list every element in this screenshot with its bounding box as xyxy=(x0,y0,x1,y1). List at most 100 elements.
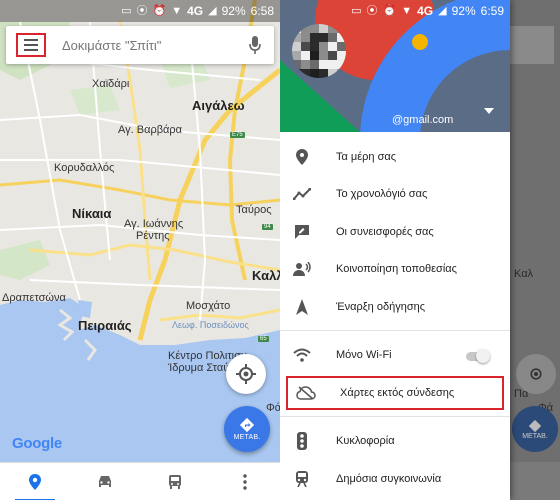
battery-level: 92% xyxy=(451,4,476,18)
directions-label: ΜΕΤΑΒ. xyxy=(233,434,261,441)
map-label: Καλλ xyxy=(252,268,280,283)
account-switcher[interactable] xyxy=(484,108,500,120)
clock: 6:59 xyxy=(480,4,504,18)
menu-item-label: Μόνο Wi-Fi xyxy=(336,349,392,362)
map-label: Καλ xyxy=(514,268,534,280)
mic-icon[interactable] xyxy=(244,34,266,56)
road-shield: 94 xyxy=(262,224,273,230)
directions-button[interactable]: ΜΕΤΑΒ. xyxy=(224,406,270,452)
traffic-icon xyxy=(280,432,324,451)
dimmed-search-bar xyxy=(510,26,554,64)
location-sharing-icon xyxy=(280,262,324,277)
offline-cloud-icon xyxy=(284,385,328,400)
location-icon: ⦿ xyxy=(366,4,378,17)
map-label: Δραπετσώνα xyxy=(2,292,66,304)
wifi-status-icon: ▼ xyxy=(401,4,413,17)
alarm-icon: ⏰ xyxy=(382,4,397,17)
road-shield: E75 xyxy=(230,132,245,138)
tab-explore[interactable] xyxy=(0,463,70,500)
map-screen: ▭ ⦿ ⏰ ▼ 4G ◢ 92% 6:58 Δοκιμάστε "Σπίτι" … xyxy=(0,0,280,500)
directions-icon xyxy=(528,419,542,432)
search-input[interactable]: Δοκιμάστε "Σπίτι" xyxy=(62,38,244,53)
status-bar: ▭ ⦿ ⏰ ▼ 4G ◢ 92% 6:59 xyxy=(280,0,510,22)
dimmed-location-button xyxy=(516,354,556,394)
transit-icon xyxy=(280,470,324,487)
crosshair-icon xyxy=(530,368,542,380)
location-icon: ⦿ xyxy=(136,4,148,17)
map-label: Νίκαια xyxy=(72,206,112,221)
cast-icon: ▭ xyxy=(351,4,362,17)
avatar[interactable] xyxy=(292,24,346,78)
cast-icon: ▭ xyxy=(121,4,132,17)
google-logo-text: Google xyxy=(12,435,62,452)
explore-pin-icon xyxy=(29,473,41,490)
navigation-icon xyxy=(280,298,324,315)
menu-divider xyxy=(280,415,510,417)
menu-item-label: Χάρτες εκτός σύνδεσης xyxy=(340,386,455,399)
chevron-down-icon xyxy=(484,108,494,114)
road-shield: 65 xyxy=(258,336,269,342)
map-label: Αιγάλεω xyxy=(192,98,245,113)
menu-item-location-sharing[interactable]: Κοινοποίηση τοποθεσίας xyxy=(280,251,510,289)
menu-item-label: Κοινοποίηση τοποθεσίας xyxy=(336,263,457,276)
crosshair-icon xyxy=(236,364,256,384)
map-label: Χαϊδάρι xyxy=(92,78,130,90)
menu-item-label: Δημόσια συγκοινωνία xyxy=(336,472,442,485)
car-icon xyxy=(99,475,111,487)
wifi-only-toggle[interactable] xyxy=(464,348,490,363)
map-label: Ρέντης xyxy=(136,230,170,242)
menu-item-label: Έναρξη οδήγησης xyxy=(336,300,426,313)
battery-level: 92% xyxy=(221,4,246,18)
menu-item-start-driving[interactable]: Έναρξη οδήγησης xyxy=(280,288,510,326)
alarm-icon: ⏰ xyxy=(152,4,167,17)
signal-icon: ◢ xyxy=(438,4,447,17)
signal-icon: ◢ xyxy=(208,4,217,17)
map-label: Μοσχάτο xyxy=(186,300,231,312)
more-vert-icon xyxy=(243,473,247,490)
map-label: Ταύρος xyxy=(236,204,272,216)
menu-item-timeline[interactable]: Το χρονολόγιό σας xyxy=(280,176,510,214)
map-label: Κορυδαλλός xyxy=(54,162,115,174)
my-location-button[interactable] xyxy=(226,354,266,394)
map-label: Αγ. Ιωάννης xyxy=(124,218,184,230)
menu-item-label: Τα μέρη σας xyxy=(336,150,397,163)
directions-label: ΜΕΤΑΒ. xyxy=(522,432,548,440)
menu-item-wifi-only[interactable]: Μόνο Wi-Fi xyxy=(280,337,510,375)
menu-item-contributions[interactable]: Οι συνεισφορές σας xyxy=(280,213,510,251)
tab-transit[interactable] xyxy=(140,463,210,500)
map-label: Αγ. Βαρβάρα xyxy=(118,124,183,136)
bottom-navigation xyxy=(0,462,280,500)
bus-icon xyxy=(169,474,181,489)
navigation-drawer: @gmail.com ▭ ⦿ ⏰ ▼ 4G ◢ 92% 6:59 Τα μέρη… xyxy=(280,0,510,500)
menu-item-label: Το χρονολόγιό σας xyxy=(336,188,428,201)
map-label: Πειραιάς xyxy=(78,318,132,333)
map-label: Φά xyxy=(266,402,280,414)
dimmed-map[interactable]: Καλ Πα Φά ΜΕΤΑΒ. xyxy=(510,0,560,500)
network-type: 4G xyxy=(187,4,204,18)
status-bar: ▭ ⦿ ⏰ ▼ 4G ◢ 92% 6:58 xyxy=(0,0,280,22)
menu-item-your-places[interactable]: Τα μέρη σας xyxy=(280,138,510,176)
search-bar[interactable]: Δοκιμάστε "Σπίτι" xyxy=(6,26,274,64)
pin-icon xyxy=(280,148,324,165)
dimmed-directions-button: ΜΕΤΑΒ. xyxy=(512,406,558,452)
timeline-icon xyxy=(280,188,324,201)
menu-button[interactable] xyxy=(16,33,46,57)
contributions-icon xyxy=(280,224,324,240)
network-type: 4G xyxy=(417,4,434,18)
menu-divider xyxy=(280,329,510,331)
menu-item-public-transit[interactable]: Δημόσια συγκοινωνία xyxy=(280,460,510,498)
wifi-status-icon: ▼ xyxy=(171,4,183,17)
drawer-menu: Τα μέρη σας Το χρονολόγιό σας Οι συνεισφ… xyxy=(280,138,510,498)
menu-item-label: Οι συνεισφορές σας xyxy=(336,225,434,238)
account-email: @gmail.com xyxy=(392,114,454,126)
menu-item-offline-maps[interactable]: Χάρτες εκτός σύνδεσης xyxy=(284,374,506,412)
map-label: Λεωφ. Ποσειδώνος xyxy=(172,320,249,330)
tab-driving[interactable] xyxy=(70,463,140,500)
wifi-icon xyxy=(280,348,324,363)
tab-more[interactable] xyxy=(210,463,280,500)
menu-item-traffic[interactable]: Κυκλοφορία xyxy=(280,423,510,461)
google-logo: Google xyxy=(12,435,62,452)
account-header[interactable]: @gmail.com ▭ ⦿ ⏰ ▼ 4G ◢ 92% 6:59 xyxy=(280,0,510,132)
directions-icon xyxy=(239,417,255,433)
dimmed-bottom-nav xyxy=(510,462,560,500)
